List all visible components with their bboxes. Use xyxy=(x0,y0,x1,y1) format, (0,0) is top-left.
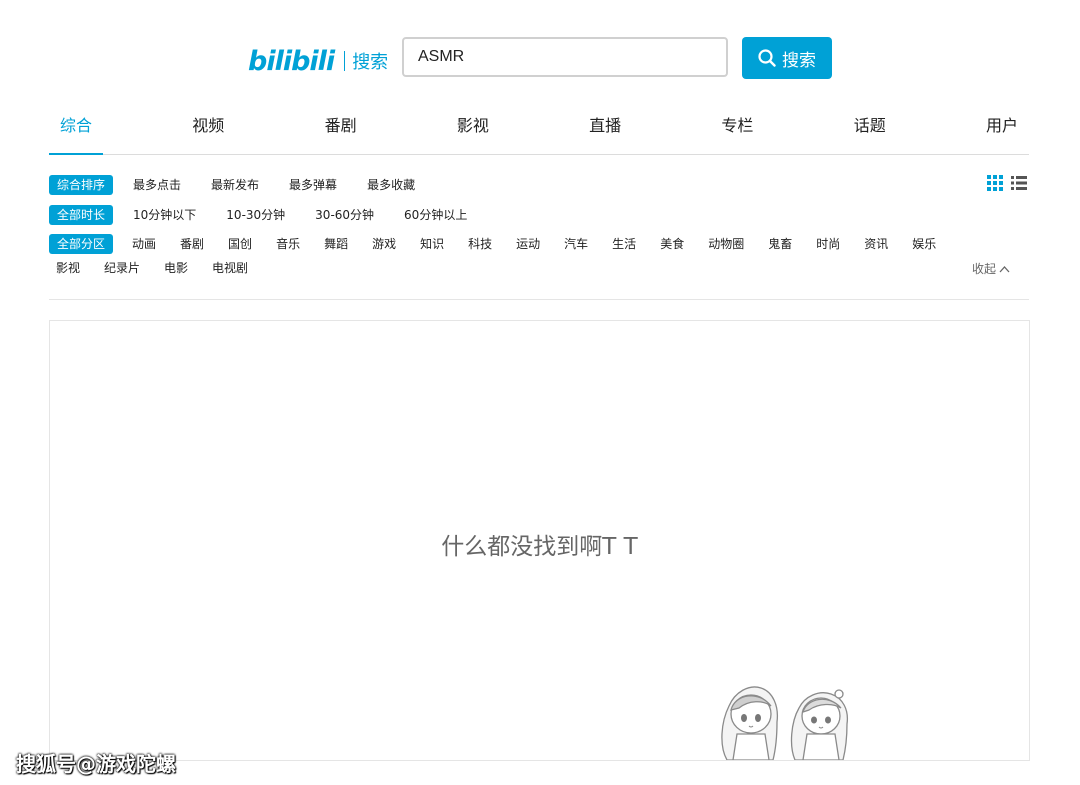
results-panel: 什么都没找到啊T T xyxy=(49,320,1030,761)
search-button-label: 搜索 xyxy=(782,50,816,71)
logo-search-text: 搜索 xyxy=(352,52,389,73)
zone-option[interactable]: 番剧 xyxy=(173,234,211,254)
tab-film[interactable]: 影视 xyxy=(446,104,500,154)
search-button[interactable]: 搜索 xyxy=(742,37,832,79)
zone-selected-chip[interactable]: 全部分区 xyxy=(49,234,114,254)
zone-option[interactable]: 运动 xyxy=(509,234,547,254)
watermark: 搜狐号@游戏陀螺 xyxy=(16,752,176,776)
collapse-label: 收起 xyxy=(972,262,997,276)
duration-option[interactable]: 10-30分钟 xyxy=(218,205,293,225)
zone-option[interactable]: 电视剧 xyxy=(205,258,255,278)
sort-option[interactable]: 最多点击 xyxy=(125,175,189,195)
zone-option[interactable]: 生活 xyxy=(605,234,643,254)
tab-topic[interactable]: 话题 xyxy=(843,104,897,154)
zone-option[interactable]: 汽车 xyxy=(557,234,595,254)
zone-option[interactable]: 美食 xyxy=(653,234,691,254)
zone-option[interactable]: 科技 xyxy=(461,234,499,254)
sort-selected-chip[interactable]: 综合排序 xyxy=(49,175,114,195)
zone-option[interactable]: 影视 xyxy=(49,258,87,278)
tab-bangumi[interactable]: 番剧 xyxy=(314,104,368,154)
logo-mark: bilibili xyxy=(248,45,335,77)
filter-divider xyxy=(49,299,1029,300)
zone-option[interactable]: 游戏 xyxy=(365,234,403,254)
tab-user[interactable]: 用户 xyxy=(975,104,1029,154)
zone-option[interactable]: 时尚 xyxy=(809,234,847,254)
chevron-up-icon xyxy=(999,265,1010,272)
logo-divider xyxy=(344,51,346,71)
sort-option[interactable]: 最多收藏 xyxy=(359,175,423,195)
duration-selected-chip[interactable]: 全部时长 xyxy=(49,205,114,225)
zone-filter-row: 全部分区 动画 番剧 国创 音乐 舞蹈 游戏 知识 科技 运动 汽车 生活 美食… xyxy=(49,234,979,278)
tab-live[interactable]: 直播 xyxy=(578,104,632,154)
zone-option[interactable]: 音乐 xyxy=(269,234,307,254)
sort-option[interactable]: 最新发布 xyxy=(203,175,267,195)
duration-option[interactable]: 30-60分钟 xyxy=(307,205,382,225)
sort-option[interactable]: 最多弹幕 xyxy=(281,175,345,195)
zone-option[interactable]: 资讯 xyxy=(857,234,895,254)
zone-option[interactable]: 电影 xyxy=(157,258,195,278)
zone-option[interactable]: 纪录片 xyxy=(97,258,147,278)
grid-view-icon[interactable] xyxy=(987,175,1003,191)
search-input[interactable] xyxy=(402,37,728,77)
zone-option[interactable]: 动画 xyxy=(125,234,163,254)
zone-option[interactable]: 娱乐 xyxy=(905,234,943,254)
zone-option[interactable]: 鬼畜 xyxy=(761,234,799,254)
search-tabs: 综合 视频 番剧 影视 直播 专栏 话题 用户 xyxy=(49,104,1029,155)
zone-option[interactable]: 舞蹈 xyxy=(317,234,355,254)
zone-option[interactable]: 知识 xyxy=(413,234,451,254)
bilibili-logo[interactable]: bilibili 搜索 xyxy=(248,44,388,78)
search-icon xyxy=(758,49,776,67)
view-toggle xyxy=(987,175,1027,191)
tab-article[interactable]: 专栏 xyxy=(710,104,764,154)
duration-option[interactable]: 10分钟以下 xyxy=(125,205,204,225)
zone-option[interactable]: 国创 xyxy=(221,234,259,254)
zone-option[interactable]: 动物圈 xyxy=(701,234,751,254)
list-view-icon[interactable] xyxy=(1011,175,1027,191)
tab-all[interactable]: 综合 xyxy=(49,104,104,155)
mascot-illustration xyxy=(721,686,849,760)
tab-video[interactable]: 视频 xyxy=(181,104,235,154)
duration-filter-row: 全部时长 10分钟以下 10-30分钟 30-60分钟 60分钟以上 xyxy=(49,205,489,225)
sort-filter-row: 综合排序 最多点击 最新发布 最多弹幕 最多收藏 xyxy=(49,175,437,195)
empty-results-message: 什么都没找到啊T T xyxy=(441,534,638,560)
duration-option[interactable]: 60分钟以上 xyxy=(396,205,475,225)
collapse-filters-button[interactable]: 收起 xyxy=(972,260,1010,277)
